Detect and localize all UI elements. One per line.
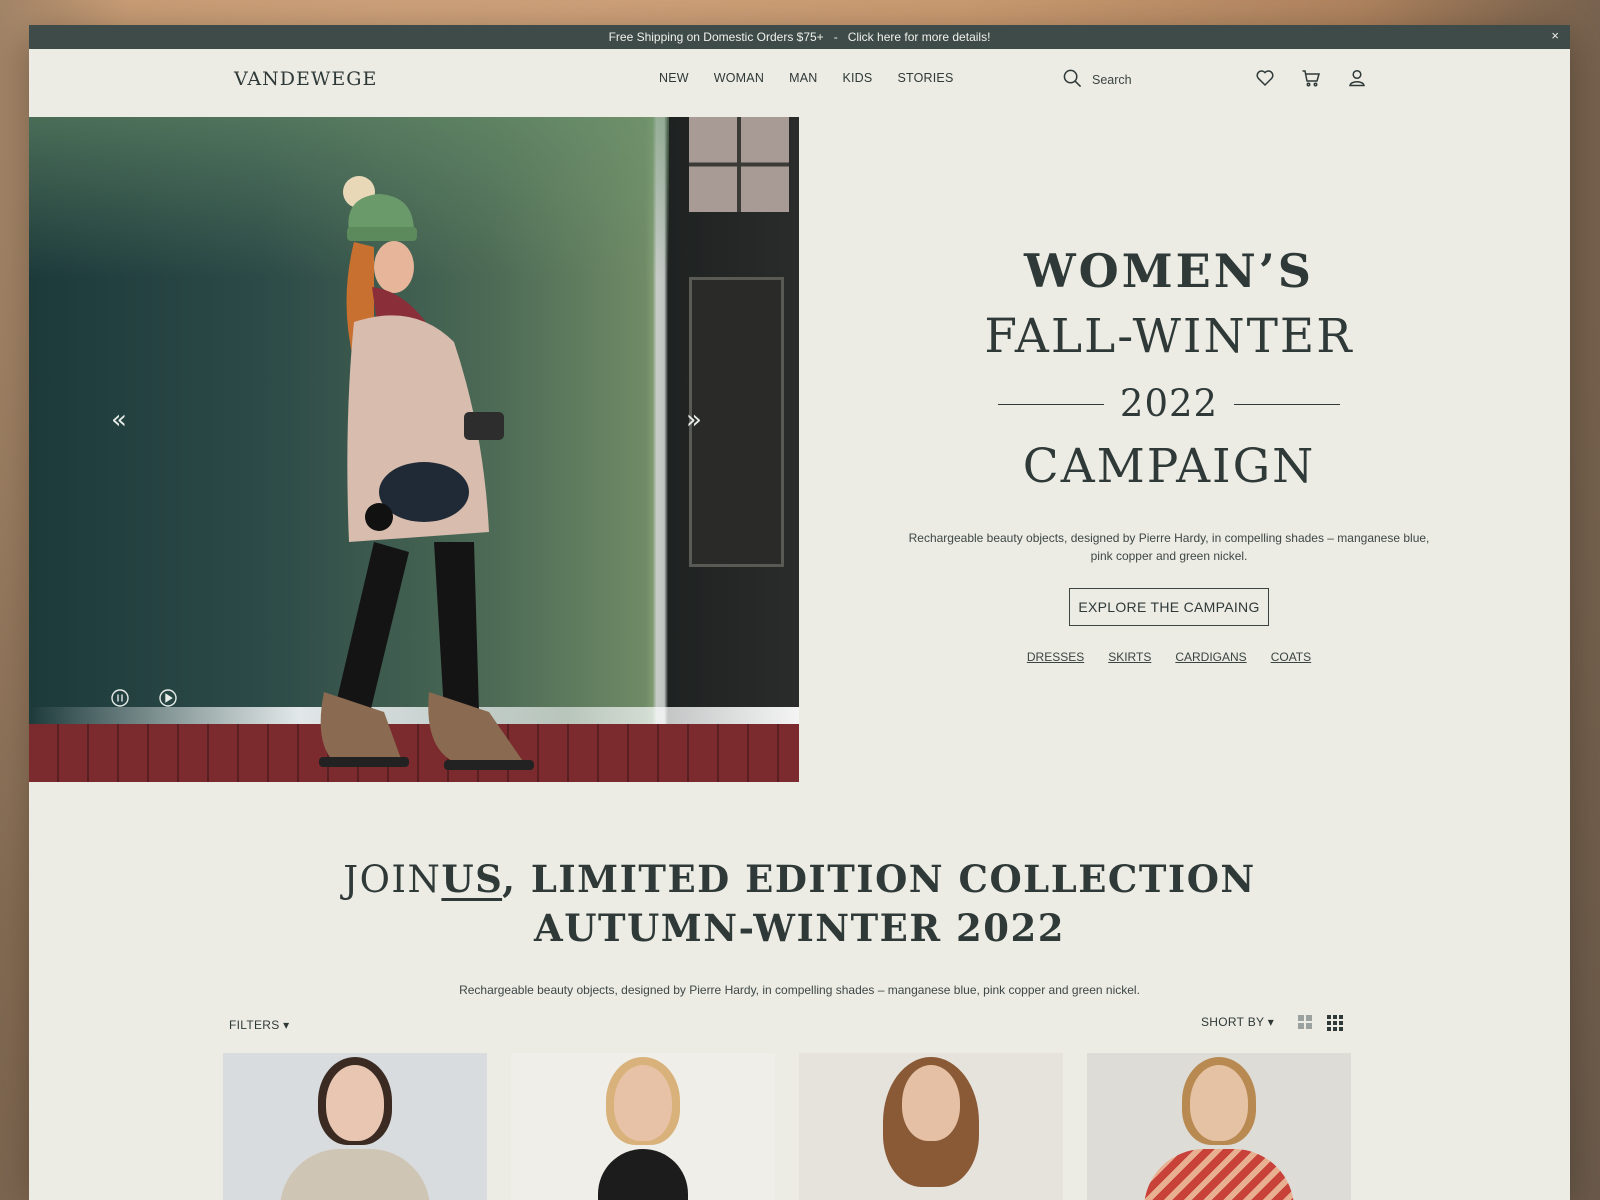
explore-campaign-button[interactable]: EXPLORE THE CAMPAING <box>1069 588 1269 626</box>
hero-section: « » WOMEN’S FALL-WINTER 2022 CAMPAIGN Re… <box>29 117 1570 787</box>
play-icon[interactable] <box>159 689 177 707</box>
header-actions <box>1255 68 1367 88</box>
promo-details-link[interactable]: Click here for more details! <box>848 30 991 44</box>
grid-two-view-icon[interactable] <box>1298 1015 1312 1029</box>
campaign-year: 2022 <box>1119 382 1219 425</box>
slider-next-button[interactable]: » <box>686 405 702 435</box>
search-icon <box>1063 69 1082 91</box>
search-box[interactable]: Search <box>1063 69 1132 91</box>
promo-bar: Free Shipping on Domestic Orders $75+ - … <box>29 25 1570 49</box>
divider <box>997 403 1104 405</box>
filters-dropdown[interactable]: FILTERS ▾ <box>229 1018 290 1032</box>
campaign-description: Rechargeable beauty objects, designed by… <box>908 531 1430 563</box>
model-figure <box>319 176 534 770</box>
campaign-year-row: 2022 <box>889 376 1449 432</box>
category-link-dresses[interactable]: DRESSES <box>1027 650 1084 664</box>
cart-icon[interactable] <box>1301 68 1321 88</box>
product-card[interactable] <box>799 1053 1063 1200</box>
promo-separator: - <box>833 30 838 44</box>
collection-description: Rechargeable beauty objects, designed by… <box>459 983 1140 997</box>
heart-icon[interactable] <box>1255 68 1275 88</box>
nav-item-stories[interactable]: STORIES <box>897 71 953 85</box>
user-icon[interactable] <box>1347 68 1367 88</box>
category-link-coats[interactable]: COATS <box>1271 650 1311 664</box>
product-grid <box>223 1053 1351 1200</box>
product-card[interactable] <box>511 1053 775 1200</box>
collection-section: JOINUS, LIMITED EDITION COLLECTION AUTUM… <box>29 855 1570 997</box>
hero-image <box>29 117 799 782</box>
nav-item-woman[interactable]: WOMAN <box>714 71 764 85</box>
sort-by-dropdown[interactable]: SHORT BY ▾ <box>1201 1015 1274 1029</box>
campaign-title-line2: FALL-WINTER <box>984 309 1354 364</box>
site-header: VANDEWEGE NEW WOMAN MAN KIDS STORIES Sea… <box>29 49 1570 117</box>
nav-item-kids[interactable]: KIDS <box>842 71 872 85</box>
divider <box>1234 403 1341 405</box>
collection-heading: JOINUS, LIMITED EDITION COLLECTION AUTUM… <box>343 857 1256 950</box>
brand-logo[interactable]: VANDEWEGE <box>234 68 377 90</box>
campaign-title-line4: CAMPAIGN <box>1022 439 1316 494</box>
nav-item-new[interactable]: NEW <box>659 71 689 85</box>
pause-icon[interactable] <box>111 689 129 707</box>
search-label: Search <box>1092 73 1132 87</box>
product-card[interactable] <box>1087 1053 1351 1200</box>
close-icon[interactable]: × <box>1551 28 1559 43</box>
slider-prev-button[interactable]: « <box>111 405 127 435</box>
campaign-block: WOMEN’S FALL-WINTER 2022 CAMPAIGN Rechar… <box>889 242 1449 664</box>
campaign-title-line1: WOMEN’S <box>1024 244 1314 298</box>
promo-shipping-text: Free Shipping on Domestic Orders $75+ <box>608 30 824 44</box>
category-link-skirts[interactable]: SKIRTS <box>1108 650 1151 664</box>
category-links: DRESSES SKIRTS CARDIGANS COATS <box>889 650 1449 664</box>
main-nav: NEW WOMAN MAN KIDS STORIES <box>659 71 954 85</box>
browser-page: Free Shipping on Domestic Orders $75+ - … <box>29 25 1570 1200</box>
nav-item-man[interactable]: MAN <box>789 71 817 85</box>
grid-three-view-icon[interactable] <box>1327 1015 1343 1031</box>
product-toolbar: FILTERS ▾ SHORT BY ▾ <box>29 1015 1570 1045</box>
category-link-cardigans[interactable]: CARDIGANS <box>1175 650 1246 664</box>
product-card[interactable] <box>223 1053 487 1200</box>
